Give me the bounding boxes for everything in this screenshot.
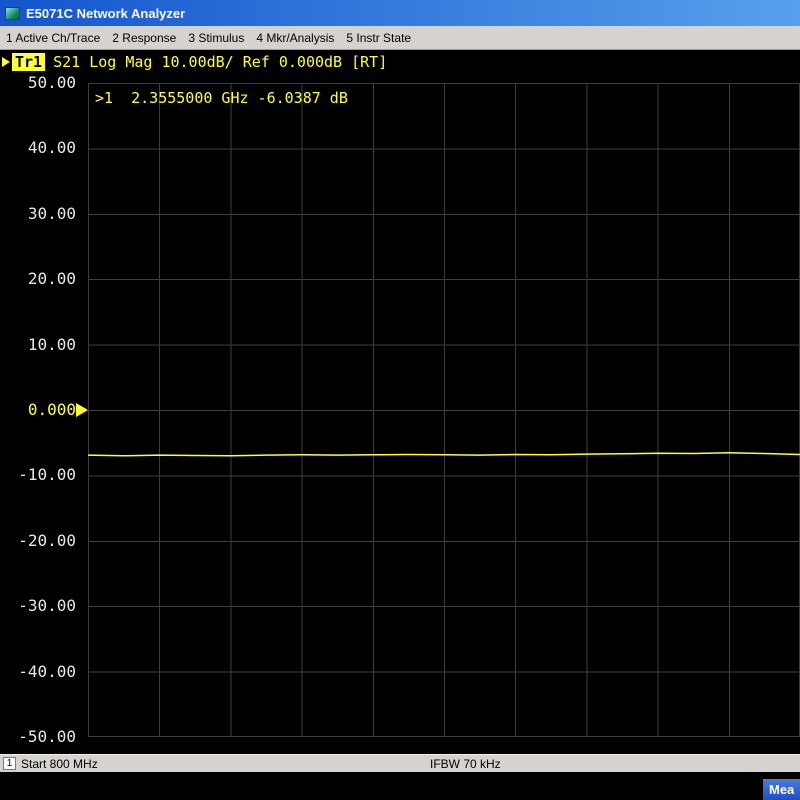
graticule — [88, 83, 800, 737]
y-axis-label: 30.00 — [0, 205, 76, 223]
analyzer-window: E5071C Network Analyzer 1 Active Ch/Trac… — [0, 0, 800, 800]
channel-number-box: 1 — [3, 757, 16, 770]
menu-item-active-ch-trace[interactable]: 1 Active Ch/Trace — [6, 31, 100, 45]
graticule-svg — [88, 83, 800, 737]
y-axis-label: -40.00 — [0, 663, 76, 681]
y-axis-label: -50.00 — [0, 728, 76, 746]
title-bar: E5071C Network Analyzer — [0, 0, 800, 26]
status-bar: 1 Start 800 MHz IFBW 70 kHz — [0, 754, 800, 772]
menu-item-stimulus[interactable]: 3 Stimulus — [188, 31, 244, 45]
y-axis-label: 10.00 — [0, 336, 76, 354]
marker-readout: >1 2.3555000 GHz -6.0387 dB — [95, 89, 348, 107]
y-axis: 50.00 40.00 30.00 20.00 10.00 0.000 -10.00 -20.… — [0, 50, 76, 754]
ifbw-label: IFBW 70 kHz — [430, 757, 501, 771]
y-axis-label: 40.00 — [0, 139, 76, 157]
start-frequency-label: Start 800 MHz — [21, 757, 98, 771]
y-axis-label: -10.00 — [0, 466, 76, 484]
window-title: E5071C Network Analyzer — [26, 6, 185, 21]
measurement-screen: Tr1 S21 Log Mag 10.00dB/ Ref 0.000dB [RT… — [0, 50, 800, 754]
menu-item-instr-state[interactable]: 5 Instr State — [346, 31, 411, 45]
bottom-strip: Mea — [0, 772, 800, 800]
y-axis-label: -30.00 — [0, 597, 76, 615]
y-axis-label: 50.00 — [0, 74, 76, 92]
reference-level-arrow-icon — [76, 403, 88, 417]
app-icon — [5, 7, 20, 20]
menu-item-mkr-analysis[interactable]: 4 Mkr/Analysis — [256, 31, 334, 45]
menu-bar: 1 Active Ch/Trace 2 Response 3 Stimulus … — [0, 26, 800, 50]
y-axis-label: 0.000 — [0, 401, 76, 419]
menu-item-response[interactable]: 2 Response — [112, 31, 176, 45]
trace-settings-text: S21 Log Mag 10.00dB/ Ref 0.000dB [RT] — [53, 53, 387, 71]
y-axis-label: 20.00 — [0, 270, 76, 288]
softkey-meas-header[interactable]: Mea — [763, 779, 800, 800]
y-axis-label: -20.00 — [0, 532, 76, 550]
